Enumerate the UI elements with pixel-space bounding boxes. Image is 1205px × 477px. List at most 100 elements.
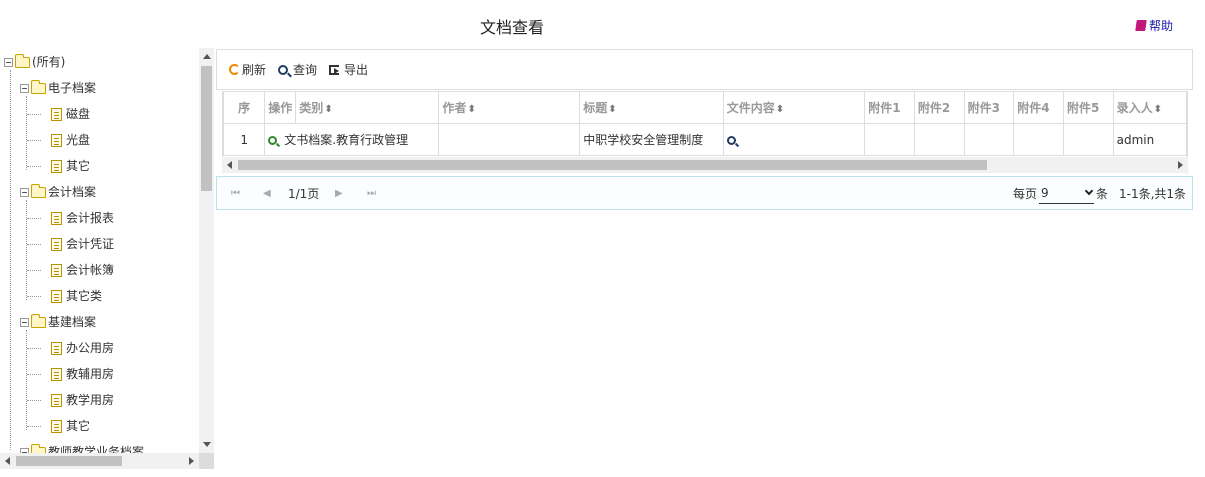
sort-icon[interactable]: ⬍ bbox=[1154, 104, 1162, 115]
tree-node-label: 基建档案 bbox=[48, 315, 97, 329]
refresh-label: 刷新 bbox=[242, 63, 267, 77]
scroll-right-icon[interactable] bbox=[1178, 161, 1183, 169]
tree-node-leaf[interactable]: 教辅用房 bbox=[51, 361, 114, 387]
tree-node-group[interactable]: 电子档案 bbox=[20, 75, 96, 101]
document-icon bbox=[51, 159, 62, 173]
collapse-icon[interactable] bbox=[20, 83, 29, 93]
refresh-button[interactable]: 刷新 bbox=[229, 61, 266, 78]
sort-icon[interactable]: ⬍ bbox=[467, 104, 475, 115]
tree-node-leaf[interactable]: 光盘 bbox=[51, 127, 90, 153]
scroll-left-icon[interactable] bbox=[5, 457, 10, 465]
tree-node-label: 电子档案 bbox=[48, 81, 97, 95]
cell-content bbox=[722, 123, 866, 156]
tree-node-leaf[interactable]: 办公用房 bbox=[51, 335, 114, 361]
scroll-down-icon[interactable] bbox=[203, 442, 211, 447]
document-table: 序 操作 类别⬍ 作者⬍ 标题⬍ 文件内容⬍ 附件1 附件2 附件3 附件4 附… bbox=[223, 91, 1187, 156]
tree-vertical-scrollbar[interactable] bbox=[199, 48, 214, 453]
scrollbar-thumb[interactable] bbox=[16, 456, 122, 466]
sort-icon[interactable]: ⬍ bbox=[608, 104, 616, 115]
column-header-actions: 操作 bbox=[264, 91, 297, 124]
scrollbar-corner bbox=[199, 453, 214, 469]
last-page-icon[interactable]: ⏭ bbox=[367, 188, 376, 199]
view-icon[interactable] bbox=[268, 136, 278, 145]
document-icon bbox=[51, 419, 62, 433]
grid-horizontal-scrollbar[interactable] bbox=[222, 157, 1188, 173]
column-header-attachment4: 附件4 bbox=[1013, 91, 1064, 124]
column-header-recorder[interactable]: 录入人⬍ bbox=[1112, 91, 1187, 124]
tree-node-label: 其它 bbox=[66, 419, 91, 433]
tree-node-leaf[interactable]: 磁盘 bbox=[51, 101, 90, 127]
tree-node-group[interactable]: 教师教学业务档案 bbox=[20, 439, 144, 453]
column-header-title[interactable]: 标题⬍ bbox=[579, 91, 724, 124]
grid-toolbar: 刷新 查询 导出 bbox=[216, 49, 1193, 90]
prev-page-icon[interactable]: ◀ bbox=[263, 188, 271, 199]
column-header-label: 文件内容 bbox=[726, 101, 775, 115]
page-title: 文档查看 bbox=[479, 18, 544, 37]
scrollbar-thumb[interactable] bbox=[238, 160, 987, 170]
page-size-control: 每页 9 条 bbox=[1013, 182, 1108, 204]
folder-open-icon bbox=[31, 183, 46, 198]
per-page-label: 每页 bbox=[1013, 186, 1038, 201]
tree-node-leaf[interactable]: 会计报表 bbox=[51, 205, 114, 231]
chevron-down-icon bbox=[1084, 186, 1094, 195]
collapse-icon[interactable] bbox=[4, 57, 13, 67]
category-tree-panel: (所有) 电子档案 磁盘 光盘 其它 会计档案 会计报表 会计凭证 会计帐簿 其… bbox=[0, 48, 214, 470]
tree-node-group[interactable]: 会计档案 bbox=[20, 179, 96, 205]
column-header-label: 作者 bbox=[442, 101, 467, 115]
next-page-icon[interactable]: ▶ bbox=[335, 188, 343, 199]
tree-node-leaf[interactable]: 会计帐簿 bbox=[51, 257, 114, 283]
tree-node-leaf[interactable]: 教学用房 bbox=[51, 387, 114, 413]
document-icon bbox=[51, 107, 62, 121]
tree-node-leaf[interactable]: 其它 bbox=[51, 153, 90, 179]
column-header-attachment3: 附件3 bbox=[963, 91, 1015, 124]
cell-attachment1 bbox=[864, 123, 915, 156]
refresh-icon bbox=[229, 64, 240, 75]
category-tree: (所有) 电子档案 磁盘 光盘 其它 会计档案 会计报表 会计凭证 会计帐簿 其… bbox=[0, 48, 199, 453]
page-size-value: 9 bbox=[1041, 185, 1049, 200]
sort-icon[interactable]: ⬍ bbox=[776, 104, 784, 115]
column-header-category[interactable]: 类别⬍ bbox=[295, 91, 440, 124]
tree-node-all[interactable]: (所有) bbox=[4, 49, 65, 75]
scrollbar-thumb[interactable] bbox=[201, 66, 212, 191]
column-header-content[interactable]: 文件内容⬍ bbox=[722, 91, 866, 124]
column-header-seq: 序 bbox=[223, 91, 266, 124]
column-header-attachment5: 附件5 bbox=[1062, 91, 1114, 124]
tree-node-label: (所有) bbox=[32, 55, 66, 69]
search-icon bbox=[278, 64, 289, 75]
help-link[interactable]: 帮助 bbox=[1135, 17, 1174, 34]
export-label: 导出 bbox=[344, 63, 369, 77]
query-button[interactable]: 查询 bbox=[278, 61, 317, 78]
cell-category: 文书档案.教育行政管理 bbox=[264, 123, 440, 156]
document-icon bbox=[51, 393, 62, 407]
tree-node-leaf[interactable]: 其它类 bbox=[51, 283, 102, 309]
table-row[interactable]: 1 文书档案.教育行政管理 中职学校安全管理制度 admin bbox=[223, 123, 1187, 156]
tree-node-group[interactable]: 基建档案 bbox=[20, 309, 96, 335]
tree-horizontal-scrollbar[interactable] bbox=[0, 453, 199, 469]
scroll-left-icon[interactable] bbox=[227, 161, 232, 169]
document-icon bbox=[51, 133, 62, 147]
scroll-right-icon[interactable] bbox=[189, 457, 194, 465]
export-icon bbox=[329, 64, 340, 75]
cell-attachment3 bbox=[963, 123, 1015, 156]
export-button[interactable]: 导出 bbox=[329, 61, 368, 78]
page-info: 1/1页 bbox=[288, 186, 320, 201]
cell-attachment4 bbox=[1013, 123, 1064, 156]
document-icon bbox=[51, 263, 62, 277]
folder-open-icon bbox=[31, 79, 46, 94]
sort-icon[interactable]: ⬍ bbox=[324, 104, 332, 115]
tree-node-label: 会计报表 bbox=[66, 211, 115, 225]
search-icon[interactable] bbox=[726, 135, 736, 145]
collapse-icon[interactable] bbox=[20, 187, 29, 197]
collapse-icon[interactable] bbox=[20, 317, 29, 327]
tree-node-leaf[interactable]: 会计凭证 bbox=[51, 231, 114, 257]
page-size-select[interactable]: 9 bbox=[1039, 182, 1095, 204]
column-header-author[interactable]: 作者⬍ bbox=[438, 91, 581, 124]
first-page-icon[interactable]: ⏮ bbox=[231, 188, 240, 199]
help-label: 帮助 bbox=[1149, 19, 1174, 33]
scroll-up-icon[interactable] bbox=[203, 54, 211, 59]
tree-node-label: 磁盘 bbox=[66, 107, 91, 121]
pagination-bar: ⏮ ◀ 1/1页 ▶ ⏭ 每页 9 条 1-1条,共1条 bbox=[216, 176, 1193, 210]
document-icon bbox=[51, 367, 62, 381]
tree-node-leaf[interactable]: 其它 bbox=[51, 413, 90, 439]
tree-node-label: 会计凭证 bbox=[66, 237, 115, 251]
